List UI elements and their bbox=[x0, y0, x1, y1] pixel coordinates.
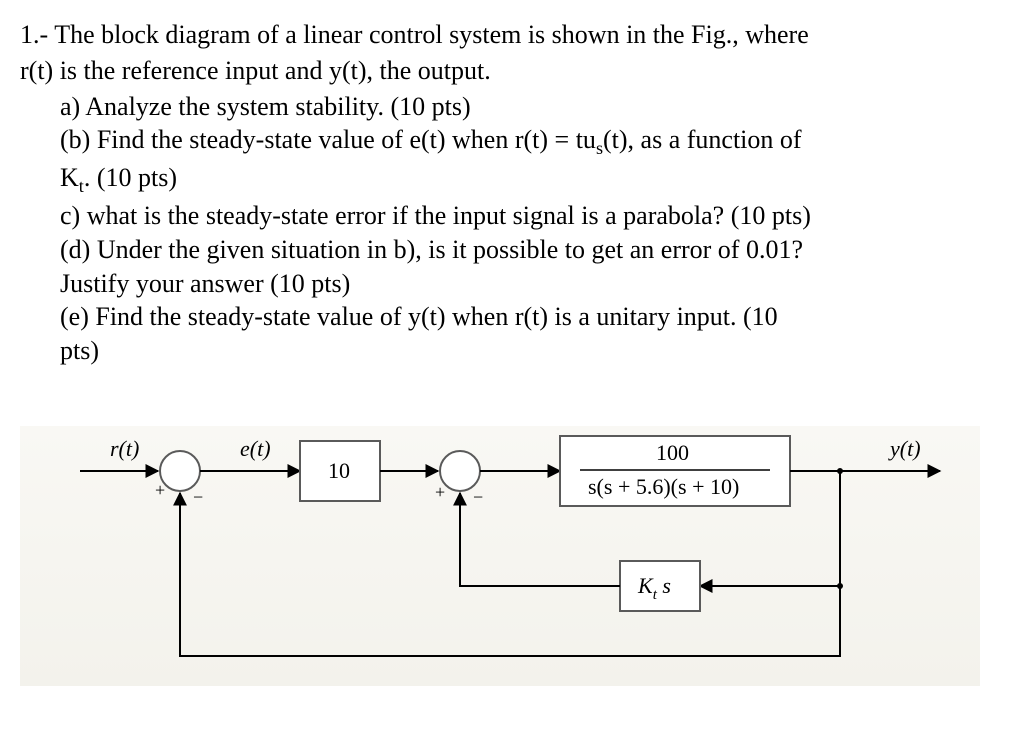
part-e-line2: pts) bbox=[60, 334, 1004, 368]
plant-numerator: 100 bbox=[656, 440, 689, 465]
block-diagram-container: r(t) + − e(t) 10 + − 100 s(s + 5.6)(s + bbox=[20, 418, 1004, 686]
part-e-line1: (e) Find the steady-state value of y(t) … bbox=[60, 300, 1004, 334]
part-c: c) what is the steady-state error if the… bbox=[60, 199, 1004, 233]
plant-denominator: s(s + 5.6)(s + 10) bbox=[588, 474, 739, 499]
signal-r-label: r(t) bbox=[110, 436, 139, 461]
gain-value: 10 bbox=[328, 458, 350, 483]
part-a: a) Analyze the system stability. (10 pts… bbox=[60, 90, 1004, 124]
problem-statement: 1.- The block diagram of a linear contro… bbox=[20, 18, 1004, 368]
svg-text:+: + bbox=[435, 482, 445, 502]
stem-line-2: r(t) is the reference input and y(t), th… bbox=[20, 54, 1004, 88]
block-diagram-svg: r(t) + − e(t) 10 + − 100 s(s + 5.6)(s + bbox=[20, 426, 980, 686]
svg-text:+: + bbox=[155, 480, 165, 500]
sum-junction-2 bbox=[440, 451, 480, 491]
block-diagram: r(t) + − e(t) 10 + − 100 s(s + 5.6)(s + bbox=[20, 426, 980, 686]
part-b-line2: Kt. (10 pts) bbox=[60, 161, 1004, 199]
svg-text:−: − bbox=[473, 487, 483, 507]
signal-e-label: e(t) bbox=[240, 436, 271, 461]
part-d-line1: (d) Under the given situation in b), is … bbox=[60, 233, 1004, 267]
sum-junction-1 bbox=[160, 451, 200, 491]
problem-number: 1.- bbox=[20, 20, 48, 49]
part-b-line1: (b) Find the steady-state value of e(t) … bbox=[60, 123, 1004, 161]
stem-line-1: 1.- The block diagram of a linear contro… bbox=[20, 18, 1004, 52]
stem-text-a: The block diagram of a linear control sy… bbox=[54, 20, 809, 49]
part-d-line2: Justify your answer (10 pts) bbox=[60, 267, 1004, 301]
parts-list: a) Analyze the system stability. (10 pts… bbox=[20, 90, 1004, 368]
signal-y-label: y(t) bbox=[888, 436, 921, 461]
svg-text:−: − bbox=[193, 487, 203, 507]
